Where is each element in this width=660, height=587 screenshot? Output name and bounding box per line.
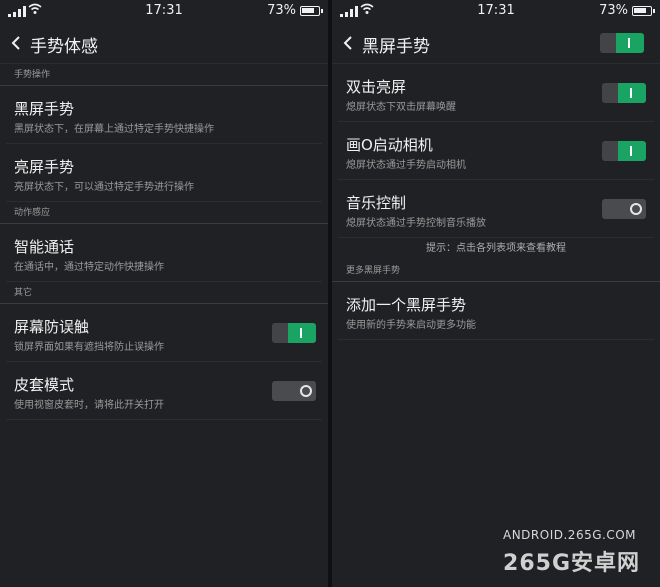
back-icon[interactable]	[8, 34, 26, 52]
page-title: 黑屏手势	[362, 37, 430, 57]
battery-icon	[300, 6, 323, 16]
list-item-anti-mistouch[interactable]: 屏幕防误触 锁屏界面如果有遮挡将防止误操作	[6, 304, 322, 362]
battery-percent: 73%	[599, 3, 628, 18]
item-subtitle: 熄屏状态通过手势启动相机	[346, 160, 466, 171]
list-item-black-screen-gesture[interactable]: 黑屏手势 黑屏状态下，在屏幕上通过特定手势快捷操作	[6, 86, 322, 144]
section-header: 其它	[0, 282, 328, 304]
black-screen-gesture-master-toggle[interactable]	[600, 33, 644, 53]
list-item-cover-mode[interactable]: 皮套模式 使用视窗皮套时，请将此开关打开	[6, 362, 322, 420]
section-header: 手势操作	[0, 64, 328, 86]
item-subtitle: 在通话中，通过特定动作快捷操作	[14, 262, 164, 273]
list-item-add-gesture[interactable]: 添加一个黑屏手势 使用新的手势来启动更多功能	[338, 282, 654, 340]
watermark-logo: 265G安卓网	[503, 551, 640, 576]
anti-mistouch-toggle[interactable]	[272, 323, 316, 343]
item-title: 画O启动相机	[346, 136, 433, 154]
item-title: 添加一个黑屏手势	[346, 296, 467, 314]
cover-mode-toggle[interactable]	[272, 381, 316, 401]
battery-percent: 73%	[267, 3, 296, 18]
list-item-smart-call[interactable]: 智能通话 在通话中，通过特定动作快捷操作	[6, 224, 322, 282]
item-title: 音乐控制	[346, 194, 407, 212]
watermark-url: ANDROID.265G.COM	[503, 528, 636, 542]
item-subtitle: 熄屏状态下双击屏幕唤醒	[346, 102, 456, 113]
list-item-music-control[interactable]: 音乐控制 熄屏状态通过手势控制音乐播放	[338, 180, 654, 238]
battery-icon	[632, 6, 655, 16]
section-header: 动作感应	[0, 202, 328, 224]
hint-text: 提示：点击各列表项来查看教程	[426, 243, 566, 254]
item-subtitle: 熄屏状态通过手势控制音乐播放	[346, 218, 486, 229]
music-control-toggle[interactable]	[602, 199, 646, 219]
double-tap-wake-toggle[interactable]	[602, 83, 646, 103]
item-title: 皮套模式	[14, 376, 75, 394]
list-item-bright-screen-gesture[interactable]: 亮屏手势 亮屏状态下，可以通过特定手势进行操作	[6, 144, 322, 202]
right-screen: 17:31 73% 黑屏手势 双击亮屏 熄屏状态下双击屏幕唤醒 画O启动相机 熄…	[332, 0, 660, 587]
section-header: 更多黑屏手势	[332, 260, 660, 282]
list-item-draw-o-camera[interactable]: 画O启动相机 熄屏状态通过手势启动相机	[338, 122, 654, 180]
item-subtitle: 黑屏状态下，在屏幕上通过特定手势快捷操作	[14, 124, 214, 135]
title-bar: 黑屏手势	[332, 22, 660, 64]
draw-o-camera-toggle[interactable]	[602, 141, 646, 161]
left-screen: 17:31 73% 手势体感 手势操作 黑屏手势 黑屏状态下，在屏幕上通过特定手…	[0, 0, 328, 587]
title-bar: 手势体感	[0, 22, 328, 64]
item-title: 屏幕防误触	[14, 318, 90, 336]
item-subtitle: 锁屏界面如果有遮挡将防止误操作	[14, 342, 164, 353]
list-item-double-tap-wake[interactable]: 双击亮屏 熄屏状态下双击屏幕唤醒	[338, 64, 654, 122]
item-subtitle: 使用新的手势来启动更多功能	[346, 320, 476, 331]
item-title: 智能通话	[14, 238, 75, 256]
status-bar: 17:31 73%	[0, 0, 328, 22]
item-subtitle: 使用视窗皮套时，请将此开关打开	[14, 400, 164, 411]
item-subtitle: 亮屏状态下，可以通过特定手势进行操作	[14, 182, 194, 193]
back-icon[interactable]	[340, 34, 358, 52]
item-title: 黑屏手势	[14, 100, 75, 118]
item-title: 亮屏手势	[14, 158, 75, 176]
item-title: 双击亮屏	[346, 78, 407, 96]
status-bar: 17:31 73%	[332, 0, 660, 22]
page-title: 手势体感	[30, 37, 98, 57]
